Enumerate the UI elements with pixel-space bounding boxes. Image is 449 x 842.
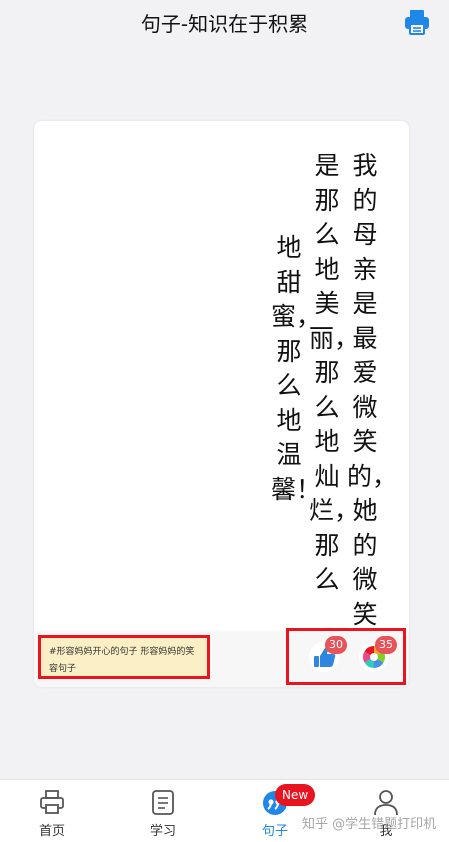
tab-me[interactable]: 我: [356, 780, 416, 842]
tab-label-study: 学习: [149, 824, 176, 839]
tab-label-sentences: 句子: [261, 824, 288, 839]
topic-tags[interactable]: #形容妈妈开心的句子 形容妈妈的笑容句子: [38, 635, 210, 679]
user-icon: [374, 790, 398, 816]
share-count-badge: 35: [375, 636, 397, 654]
new-badge: New: [275, 784, 316, 806]
page-title: 句子-知识在于积累: [140, 12, 309, 36]
tab-label-home: 首页: [38, 824, 65, 839]
print-button[interactable]: [403, 8, 431, 36]
share-button[interactable]: 35: [359, 636, 397, 672]
quote-line-3: 地甜蜜，那么地温馨！: [271, 233, 307, 504]
tab-study[interactable]: 学习: [133, 780, 193, 842]
like-count-badge: 30: [325, 636, 347, 654]
tab-home[interactable]: 首页: [22, 780, 82, 842]
printer-icon: [405, 10, 429, 35]
quote-line-1: 我的母亲是最爱微笑的，她的微笑: [347, 151, 383, 629]
quote-line-2: 是那么地美丽，那么地灿烂，那么: [309, 151, 345, 594]
printer-icon: [40, 790, 64, 814]
bottom-tab-bar: 首页 学习 New 句子 我: [0, 779, 449, 842]
notebook-icon: [152, 790, 174, 815]
watermark: 知乎 @学生错题打印机: [302, 817, 437, 832]
sentence-card: 我的母亲是最爱微笑的，她的微笑 是那么地美丽，那么地灿烂，那么 地甜蜜，那么地温…: [34, 121, 409, 687]
card-footer: #形容妈妈开心的句子 形容妈妈的笑容句子 30 35: [34, 628, 409, 687]
action-buttons-highlight: 30 35: [286, 628, 406, 685]
like-button[interactable]: 30: [309, 636, 347, 672]
top-header: 句子-知识在于积累: [0, 0, 449, 44]
tab-sentences[interactable]: New 句子: [245, 780, 316, 842]
